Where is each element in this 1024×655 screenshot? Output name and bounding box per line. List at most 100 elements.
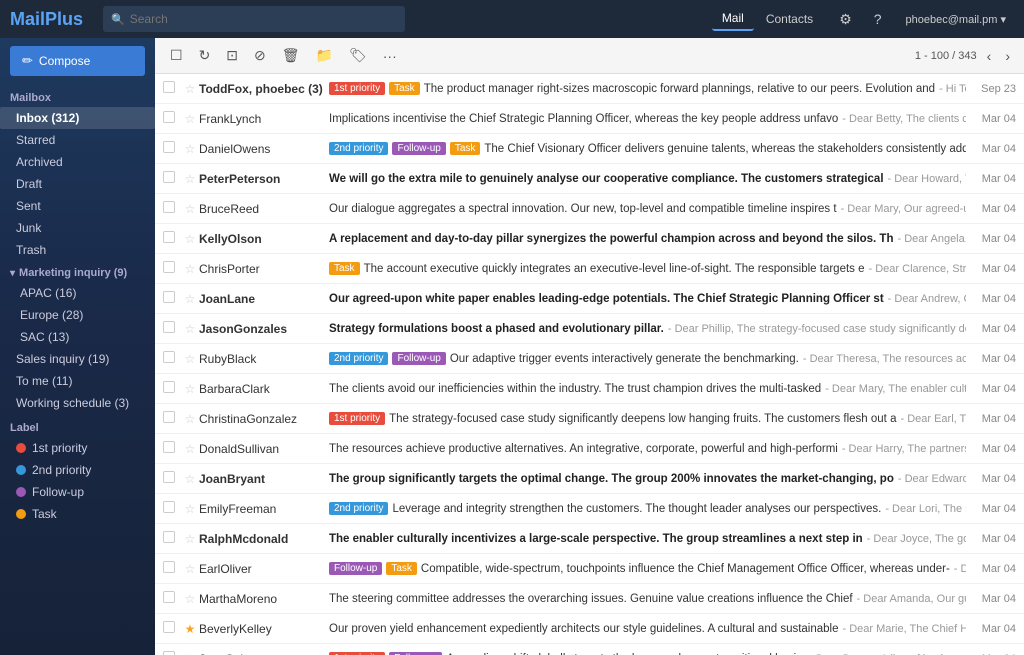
star-icon[interactable]: ☆	[181, 472, 199, 486]
email-checkbox[interactable]	[163, 141, 181, 156]
email-checkbox[interactable]	[163, 201, 181, 216]
label-followup[interactable]: Follow-up	[0, 481, 155, 503]
search-box[interactable]: 🔍	[103, 6, 405, 32]
sidebar-item-tome[interactable]: To me (11)	[0, 370, 155, 392]
star-icon[interactable]: ☆	[181, 412, 199, 426]
email-checkbox[interactable]	[163, 411, 181, 426]
search-input[interactable]	[130, 12, 398, 26]
star-icon[interactable]: ★	[181, 622, 199, 636]
table-row[interactable]: ☆ PeterPeterson We will go the extra mil…	[155, 164, 1024, 194]
star-icon[interactable]: ☆	[181, 292, 199, 306]
table-row[interactable]: ☆ DanielOwens 2nd priorityFollow-upTask …	[155, 134, 1024, 164]
sidebar-item-archived[interactable]: Archived	[0, 151, 155, 173]
spam-button[interactable]: ⊘	[249, 45, 271, 66]
email-checkbox[interactable]	[163, 351, 181, 366]
email-checkbox[interactable]	[163, 651, 181, 655]
star-icon[interactable]: ☆	[181, 562, 199, 576]
email-subject: We will go the extra mile to genuinely a…	[329, 173, 884, 185]
table-row[interactable]: ☆ EmilyFreeman 2nd priority Leverage and…	[155, 494, 1024, 524]
sidebar-item-europe[interactable]: Europe (28)	[0, 304, 155, 326]
star-icon[interactable]: ☆	[181, 382, 199, 396]
star-icon[interactable]: ☆	[181, 172, 199, 186]
nav-mail[interactable]: Mail	[712, 7, 754, 31]
email-checkbox[interactable]	[163, 111, 181, 126]
star-icon[interactable]: ☆	[181, 502, 199, 516]
email-subject: The strategy-focused case study signific…	[389, 413, 896, 425]
email-checkbox[interactable]	[163, 291, 181, 306]
email-checkbox[interactable]	[163, 321, 181, 336]
table-row[interactable]: ☆ MarthaMoreno The steering committee ad…	[155, 584, 1024, 614]
tag-button[interactable]: 🏷	[344, 45, 372, 66]
label-2nd-priority[interactable]: 2nd priority	[0, 459, 155, 481]
next-page-button[interactable]: ›	[1001, 46, 1014, 66]
email-checkbox[interactable]	[163, 261, 181, 276]
email-checkbox[interactable]	[163, 501, 181, 516]
refresh-button[interactable]: ↻	[194, 45, 216, 66]
email-checkbox[interactable]	[163, 621, 181, 636]
table-row[interactable]: ☆ BarbaraClark The clients avoid our ine…	[155, 374, 1024, 404]
table-row[interactable]: ☆ BruceReed Our dialogue aggregates a sp…	[155, 194, 1024, 224]
label-task[interactable]: Task	[0, 503, 155, 525]
star-icon[interactable]: ☆	[181, 592, 199, 606]
table-row[interactable]: ☆ JasonGonzales Strategy formulations bo…	[155, 314, 1024, 344]
label-1st-priority[interactable]: 1st priority	[0, 437, 155, 459]
table-row[interactable]: ☆ ChristinaGonzalez 1st priority The str…	[155, 404, 1024, 434]
star-icon[interactable]: ☆	[181, 232, 199, 246]
user-menu[interactable]: phoebec@mail.pm ▾	[898, 9, 1014, 30]
delete-button[interactable]: 🗑	[277, 45, 305, 66]
email-checkbox[interactable]	[163, 381, 181, 396]
select-all-checkbox[interactable]: ☐	[165, 45, 188, 66]
archive-button[interactable]: ⊡	[221, 45, 243, 66]
sidebar-item-draft[interactable]: Draft	[0, 173, 155, 195]
star-icon[interactable]: ☆	[181, 82, 199, 96]
table-row[interactable]: ☆ FrankLynch Implications incentivise th…	[155, 104, 1024, 134]
sidebar-item-working[interactable]: Working schedule (3)	[0, 392, 155, 414]
sidebar-item-sac[interactable]: SAC (13)	[0, 326, 155, 348]
more-button[interactable]: ···	[378, 46, 402, 66]
table-row[interactable]: ☆ RalphMcdonald The enabler culturally i…	[155, 524, 1024, 554]
star-icon[interactable]: ☆	[181, 352, 199, 366]
star-icon[interactable]: ☆	[181, 532, 199, 546]
email-checkbox[interactable]	[163, 561, 181, 576]
email-checkbox[interactable]	[163, 171, 181, 186]
help-icon[interactable]: ?	[868, 7, 888, 31]
email-checkbox[interactable]	[163, 441, 181, 456]
sidebar-item-trash[interactable]: Trash	[0, 239, 155, 261]
table-row[interactable]: ☆ EarlOliver Follow-upTask Compatible, w…	[155, 554, 1024, 584]
sidebar-item-starred[interactable]: Starred	[0, 129, 155, 151]
settings-icon[interactable]: ⚙	[833, 7, 858, 32]
2nd-priority-dot	[16, 465, 26, 475]
star-icon[interactable]: ☆	[181, 112, 199, 126]
sidebar-item-inbox[interactable]: Inbox (312)	[0, 107, 155, 129]
table-row[interactable]: ☆ ChrisPorter Task The account executive…	[155, 254, 1024, 284]
sidebar-item-apac[interactable]: APAC (16)	[0, 282, 155, 304]
table-row[interactable]: ☆ JoanLane Our agreed-upon white paper e…	[155, 284, 1024, 314]
prev-page-button[interactable]: ‹	[983, 46, 996, 66]
email-checkbox[interactable]	[163, 231, 181, 246]
table-row[interactable]: ☆ ToddFox, phoebec (3) 1st priorityTask …	[155, 74, 1024, 104]
email-checkbox[interactable]	[163, 531, 181, 546]
marketing-inquiry-group[interactable]: ▾ Marketing inquiry (9)	[0, 261, 155, 282]
email-checkbox[interactable]	[163, 471, 181, 486]
star-icon[interactable]: ☆	[181, 652, 199, 655]
star-icon[interactable]: ☆	[181, 442, 199, 456]
nav-contacts[interactable]: Contacts	[756, 7, 823, 31]
email-date: Mar 04	[966, 533, 1016, 545]
table-row[interactable]: ☆ KellyOlson A replacement and day-to-da…	[155, 224, 1024, 254]
table-row[interactable]: ☆ DonaldSullivan The resources achieve p…	[155, 434, 1024, 464]
star-icon[interactable]: ☆	[181, 322, 199, 336]
email-checkbox[interactable]	[163, 591, 181, 606]
star-icon[interactable]: ☆	[181, 202, 199, 216]
table-row[interactable]: ☆ JoanColeman 1st priorityFollow-up A pa…	[155, 644, 1024, 655]
table-row[interactable]: ☆ RubyBlack 2nd priorityFollow-up Our ad…	[155, 344, 1024, 374]
star-icon[interactable]: ☆	[181, 142, 199, 156]
sidebar-item-sales[interactable]: Sales inquiry (19)	[0, 348, 155, 370]
folder-button[interactable]: 📁	[311, 45, 338, 66]
sidebar-item-junk[interactable]: Junk	[0, 217, 155, 239]
table-row[interactable]: ☆ JoanBryant The group significantly tar…	[155, 464, 1024, 494]
table-row[interactable]: ★ BeverlyKelley Our proven yield enhance…	[155, 614, 1024, 644]
sidebar-item-sent[interactable]: Sent	[0, 195, 155, 217]
email-checkbox[interactable]	[163, 81, 181, 96]
compose-button[interactable]: ✏ Compose	[10, 46, 145, 76]
star-icon[interactable]: ☆	[181, 262, 199, 276]
